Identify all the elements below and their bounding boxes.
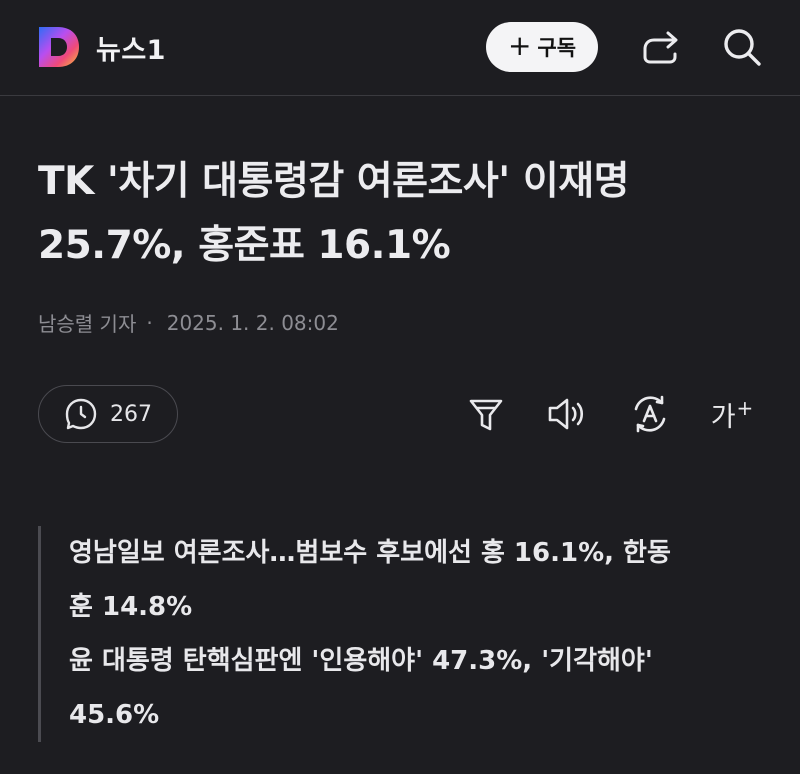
plus-icon: + <box>507 28 532 62</box>
byline-separator: · <box>146 310 153 335</box>
summary-line: 영남일보 여론조사…범보수 후보에선 홍 16.1%, 한동 <box>69 538 671 568</box>
subscribe-label: 구독 <box>537 36 577 60</box>
font-plus-icon: + <box>736 396 754 420</box>
headline-line: 25.7%, 홍준표 16.1% <box>38 223 451 268</box>
summary-line: 훈 14.8% <box>69 592 193 622</box>
share-icon <box>643 31 678 64</box>
translate-button[interactable] <box>626 390 674 438</box>
font-size-label: 가 <box>710 401 736 433</box>
news1-logo-icon <box>39 27 79 67</box>
search-button[interactable] <box>714 22 770 72</box>
brand-name: 뉴스1 <box>96 34 166 66</box>
headline-line: TK '차기 대통령감 여론조사' 이재명 <box>38 159 629 204</box>
byline: 남승렬 기자 · 2025. 1. 2. 08:02 <box>38 308 339 337</box>
speaker-icon <box>548 398 584 430</box>
top-header: 뉴스1 + 구독 <box>0 0 800 96</box>
listen-button[interactable] <box>543 390 591 438</box>
summary-filter-button[interactable] <box>462 390 510 438</box>
reporter-name[interactable]: 남승렬 기자 <box>38 308 136 337</box>
share-button[interactable] <box>634 22 686 72</box>
funnel-icon <box>469 399 503 431</box>
font-size-button[interactable]: 가 + <box>708 390 756 438</box>
summary-line: 45.6% <box>69 700 160 730</box>
publish-date: 2025. 1. 2. 08:02 <box>166 310 339 335</box>
article-headline: TK '차기 대통령감 여론조사' 이재명 25.7%, 홍준표 16.1% <box>38 150 758 278</box>
summary-line: 윤 대통령 탄핵심판엔 '인용해야' 47.3%, '기각해야' <box>69 646 653 676</box>
search-icon <box>724 29 761 66</box>
article-summary: 영남일보 여론조사…범보수 후보에선 홍 16.1%, 한동 훈 14.8% 윤… <box>38 526 768 742</box>
subscribe-button[interactable]: + 구독 <box>486 22 598 72</box>
logo[interactable]: 뉴스1 <box>36 24 166 70</box>
translate-icon <box>634 395 666 433</box>
comment-icon <box>65 398 97 430</box>
comments-button[interactable]: 267 <box>38 385 178 443</box>
comment-count: 267 <box>110 401 152 427</box>
